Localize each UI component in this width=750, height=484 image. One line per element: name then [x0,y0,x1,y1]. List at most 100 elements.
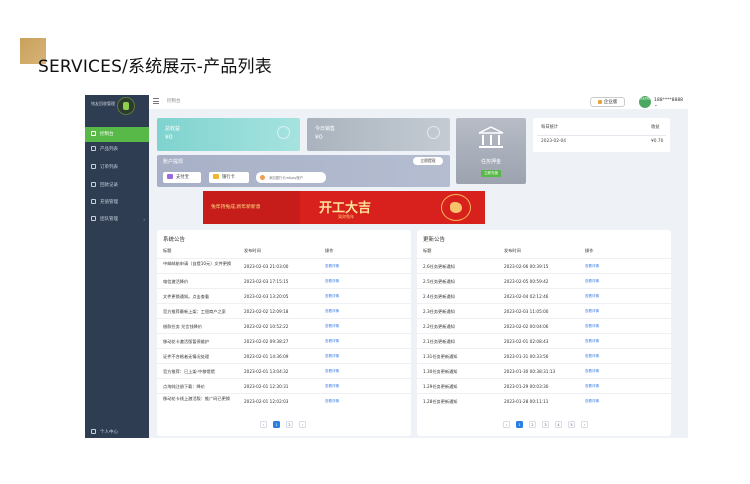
address-icon [260,175,265,180]
page-next-button[interactable]: › [299,421,306,428]
withdraw-button[interactable]: 立即提现 [413,157,443,165]
sidebar-item-label: 回款记录 [100,183,118,188]
daily-stats-date-header: 每日统计 [541,125,559,130]
page-button[interactable]: 1 [516,421,523,428]
view-details-link[interactable]: 查看详情 [585,294,599,299]
page-button[interactable]: 1 [273,421,280,428]
table-row: 2.4任务更新通知 2023-02-04 02:12:46 查看详情 [417,288,671,303]
view-details-link[interactable]: 查看详情 [585,264,599,269]
view-details-link[interactable]: 查看详情 [325,279,339,284]
view-details-link[interactable]: 查看详情 [585,399,599,404]
alipay-button[interactable]: 支付宝 [163,172,201,183]
row-title: 中邮邮航申请（自提10元）文件更换 [163,261,232,266]
column-header: 发布时间 [504,248,521,253]
promo-banner[interactable]: 兔年持兔成,新年新新意 开工大吉 癸卯兔年 [203,191,485,224]
row-title: 2.4任务更新通知 [423,294,455,299]
column-header: 操作 [585,248,594,253]
avatar[interactable]: 铭友回收 [639,96,651,108]
page-button[interactable]: 2 [286,421,293,428]
sidebar-item-products[interactable]: 产品列表 [85,142,149,157]
view-details-link[interactable]: 查看详情 [325,264,339,269]
view-details-link[interactable]: 查看详情 [325,324,339,329]
sidebar-item-recharge[interactable]: 充值管理 [85,195,149,210]
user-center-link[interactable]: 个人中心 [91,428,118,438]
user-center-label: 个人中心 [100,430,118,435]
menu-icon[interactable] [153,98,159,104]
bank-card-label: 银行卡 [222,175,235,180]
view-details-link[interactable]: 查看详情 [325,309,339,314]
app-screenshot: 铭友回收管理 控制台 产品列表 订单列表 回款记录 充值管理 团队管理 › 个人… [85,95,688,438]
view-details-link[interactable]: 查看详情 [325,339,339,344]
view-details-link[interactable]: 查看详情 [585,384,599,389]
view-details-link[interactable]: 查看详情 [585,309,599,314]
column-header: 标题 [423,248,432,253]
page-button[interactable]: 2 [529,421,536,428]
page-title: SERVICES/系统展示-产品列表 [38,57,272,77]
table-row: 点淘纯注册下载：降价 2023-02-01 12:30:31 查看详情 [157,378,411,393]
view-details-link[interactable]: 查看详情 [585,324,599,329]
page-button[interactable]: 4 [555,421,562,428]
today-sales-label: 今日销售 [315,126,336,132]
version-button[interactable]: 企业版 [590,97,625,107]
breadcrumb[interactable]: 控制台 [167,98,181,104]
bank-card-button[interactable]: 银行卡 [209,172,249,183]
panel-title: 更新公告 [423,237,446,243]
user-phone-dropdown[interactable]: 188****8888 ⌄ [654,98,688,108]
total-earnings-value: ¥0 [165,134,173,141]
table-row: 电信激活降价 2023-02-03 17:15:15 查看详情 [157,273,411,288]
sidebar-item-payments[interactable]: 回款记录 [85,178,149,193]
version-label: 企业版 [603,100,618,105]
page-prev-button[interactable]: ‹ [503,421,510,428]
sidebar-item-label: 控制台 [100,132,114,137]
row-time: 2023-02-01 13:04:32 [244,369,289,374]
row-time: 2023-02-03 13:20:05 [244,294,289,299]
daily-stats-panel: 每日统计 收益 2023-02-04 ¥0.70 [533,118,670,152]
sidebar-item-dashboard[interactable]: 控制台 [85,127,149,142]
row-time: 2023-01-28 00:11:11 [504,399,549,404]
row-time: 2023-02-06 00:39:15 [504,264,549,269]
account-withdraw-label: 账户提现 [163,159,184,165]
view-details-link[interactable]: 查看详情 [585,279,599,284]
table-row: 证件不合格者无情况处理 2023-02-01 14:36:09 查看详情 [157,348,411,363]
table-row: 移动花卡激活版暂停维护 2023-02-02 09:38:27 查看详情 [157,333,411,348]
table-row: 2.5任务更新通知 2023-02-05 00:59:42 查看详情 [417,273,671,288]
table-row: 官方推荐：已上架-中移馆馆 2023-02-01 13:04:32 查看详情 [157,363,411,378]
view-details-link[interactable]: 查看详情 [585,354,599,359]
row-time: 2023-02-03 11:05:00 [504,309,549,314]
view-details-link[interactable]: 查看详情 [585,369,599,374]
bank-icon [478,126,504,148]
row-title: 文件更换通知。点击查看 [163,294,210,299]
table-header: 标题 发布时间 操作 [417,248,671,256]
logo-icon [117,97,135,115]
table-row: 中邮邮航申请（自提10元）文件更换 2023-02-03 21:03:00 查看详情 [157,258,411,273]
page-prev-button[interactable]: ‹ [260,421,267,428]
sidebar: 铭友回收管理 控制台 产品列表 订单列表 回款记录 充值管理 团队管理 › 个人… [85,95,149,438]
view-details-link[interactable]: 查看详情 [325,354,339,359]
account-address-input[interactable] [256,172,326,183]
page-button[interactable]: 3 [542,421,549,428]
sidebar-item-orders[interactable]: 订单列表 [85,160,149,175]
view-details-link[interactable]: 查看详情 [585,339,599,344]
sidebar-item-label: 充值管理 [100,200,118,205]
page-next-button[interactable]: › [581,421,588,428]
logo-text: 铭友回收管理 [91,101,115,106]
column-header: 操作 [325,248,334,253]
daily-stats-header: 每日统计 收益 [533,122,670,132]
view-details-link[interactable]: 查看详情 [325,369,339,374]
row-time: 2023-02-03 21:03:00 [244,264,289,269]
page-button[interactable]: 5 [568,421,575,428]
recharge-button[interactable]: 立即充值 [481,170,501,177]
column-header: 标题 [163,248,172,253]
table-row: 2.3任务更新通知 2023-02-03 11:05:00 查看详情 [417,303,671,318]
sidebar-item-team[interactable]: 团队管理 › [85,212,149,227]
row-title: 1.31任务更新通知 [423,354,458,359]
view-details-link[interactable]: 查看详情 [325,294,339,299]
row-time: 2023-02-03 17:15:15 [244,279,289,284]
rabbit-icon [441,194,471,221]
row-time: 2023-02-05 00:59:42 [504,279,549,284]
row-title: 移动花卡激活版暂停维护 [163,339,210,344]
banner-tag: 癸卯兔年 [338,214,354,219]
row-title: 2.2任务更新通知 [423,324,455,329]
view-details-link[interactable]: 查看详情 [325,399,339,404]
view-details-link[interactable]: 查看详情 [325,384,339,389]
